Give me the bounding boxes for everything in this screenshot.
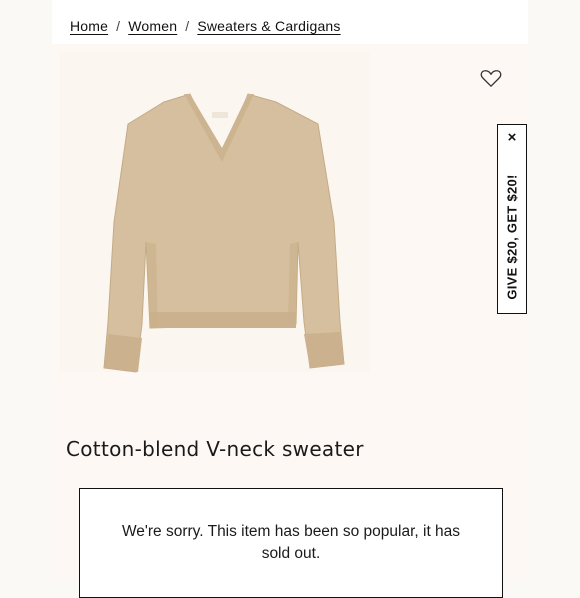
- breadcrumb-women[interactable]: Women: [128, 18, 177, 34]
- promo-label: GIVE $20, GET $20!: [504, 174, 520, 300]
- breadcrumb: Home / Women / Sweaters & Cardigans: [70, 18, 341, 34]
- product-image-backdrop: [60, 52, 370, 373]
- breadcrumb-sweaters-cardigans[interactable]: Sweaters & Cardigans: [197, 18, 340, 34]
- promo-tab[interactable]: × GIVE $20, GET $20!: [497, 124, 527, 314]
- sweater-image: [103, 93, 345, 373]
- breadcrumb-separator: /: [185, 18, 190, 34]
- breadcrumb-home[interactable]: Home: [70, 18, 108, 34]
- product-image[interactable]: [52, 44, 528, 404]
- heart-icon[interactable]: [480, 68, 502, 88]
- sold-out-notice: We're sorry. This item has been so popul…: [79, 488, 503, 598]
- product-title: Cotton-blend V-neck sweater: [66, 437, 364, 461]
- close-icon[interactable]: ×: [498, 130, 526, 145]
- sold-out-message: We're sorry. This item has been so popul…: [121, 523, 461, 562]
- breadcrumb-separator: /: [116, 18, 121, 34]
